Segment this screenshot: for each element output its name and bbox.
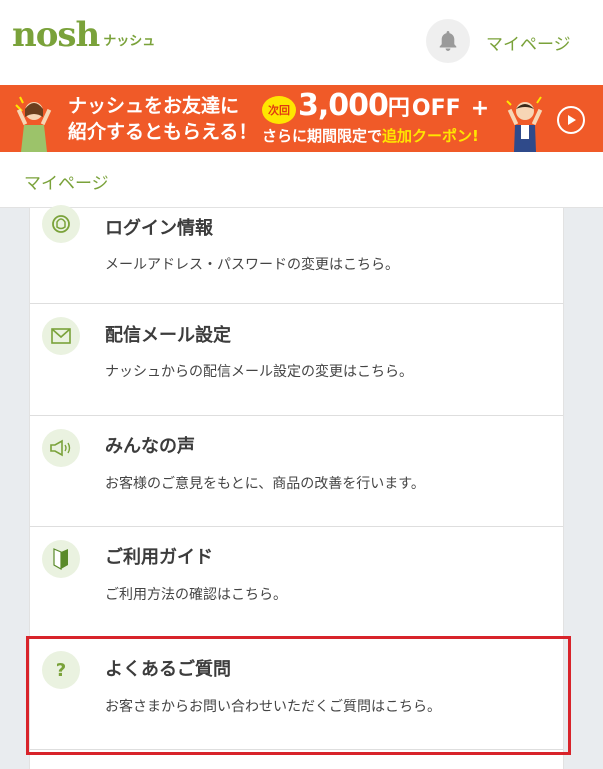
banner-amount-yen: 円 bbox=[387, 96, 410, 121]
menu-item-title: ご利用ガイド bbox=[105, 547, 213, 568]
menu-item-mail-settings[interactable]: 配信メール設定 ナッシュからの配信メール設定の変更はこちら。 bbox=[30, 304, 563, 416]
banner-amount: 3,000 円 OFF + bbox=[298, 88, 489, 123]
referral-banner[interactable]: ナッシュをお友達に 紹介するともらえる！ 次回 3,000 円 OFF + さら… bbox=[0, 85, 603, 152]
menu-item-voices[interactable]: みんなの声 お客様のご意見をもとに、商品の改善を行います。 bbox=[30, 416, 563, 527]
login-icon bbox=[42, 205, 80, 243]
menu-item-title: ログイン情報 bbox=[105, 218, 213, 239]
nosh-logo[interactable]: nosh ナッシュ bbox=[12, 18, 155, 52]
page-title-row: マイページ bbox=[0, 152, 603, 208]
banner-line1: ナッシュをお友達に bbox=[68, 95, 240, 117]
mypage-link[interactable]: マイページ bbox=[486, 30, 571, 55]
menu-item-desc: ナッシュからの配信メール設定の変更はこちら。 bbox=[105, 364, 413, 380]
menu-item-desc: お客さまからお問い合わせいただくご質問はこちら。 bbox=[105, 699, 441, 715]
notification-bell-button[interactable] bbox=[426, 19, 470, 63]
logo-subtext: ナッシュ bbox=[103, 34, 156, 49]
person-illustration-right bbox=[506, 96, 543, 152]
menu-item-title: 配信メール設定 bbox=[105, 325, 231, 346]
menu-item-desc: ご利用方法の確認はこちら。 bbox=[105, 587, 287, 603]
menu-item-desc: お客様のご意見をもとに、商品の改善を行います。 bbox=[105, 476, 425, 492]
logo-text: nosh bbox=[12, 15, 100, 55]
banner-play-button[interactable] bbox=[557, 106, 585, 134]
banner-plus: + bbox=[470, 96, 490, 121]
banner-line3: さらに期間限定で追加クーポン! bbox=[262, 125, 479, 146]
menu-item-guide[interactable]: ご利用ガイド ご利用方法の確認はこちら。 bbox=[30, 527, 563, 638]
beginner-mark-icon bbox=[42, 540, 80, 578]
menu-item-faq[interactable]: ? よくあるご質問 お客さまからお問い合わせいただくご質問はこちら。 bbox=[30, 638, 563, 750]
question-icon: ? bbox=[42, 651, 80, 689]
banner-line3-text: さらに期間限定で bbox=[262, 127, 383, 145]
megaphone-icon bbox=[42, 429, 80, 467]
bell-icon bbox=[439, 31, 457, 51]
mypage-menu: ログイン情報 メールアドレス・パスワードの変更はこちら。 配信メール設定 ナッシ… bbox=[29, 205, 564, 769]
page-title: マイページ bbox=[24, 174, 109, 194]
person-illustration-left bbox=[15, 96, 52, 152]
banner-amount-off: OFF bbox=[411, 96, 461, 121]
menu-item-desc: メールアドレス・パスワードの変更はこちら。 bbox=[105, 257, 399, 273]
banner-next-badge: 次回 bbox=[262, 96, 296, 124]
menu-item-title: みんなの声 bbox=[105, 436, 195, 457]
header: nosh ナッシュ マイページ bbox=[0, 0, 603, 85]
menu-item-title: よくあるご質問 bbox=[105, 659, 231, 680]
banner-amount-number: 3,000 bbox=[298, 88, 389, 123]
banner-line2: 紹介するともらえる！ bbox=[68, 121, 258, 143]
banner-line3-highlight: 追加クーポン! bbox=[382, 127, 479, 145]
play-icon bbox=[568, 115, 576, 125]
menu-item-login[interactable]: ログイン情報 メールアドレス・パスワードの変更はこちら。 bbox=[30, 205, 563, 304]
banner-copy: ナッシュをお友達に 紹介するともらえる！ bbox=[68, 93, 257, 145]
mail-icon bbox=[42, 317, 80, 355]
